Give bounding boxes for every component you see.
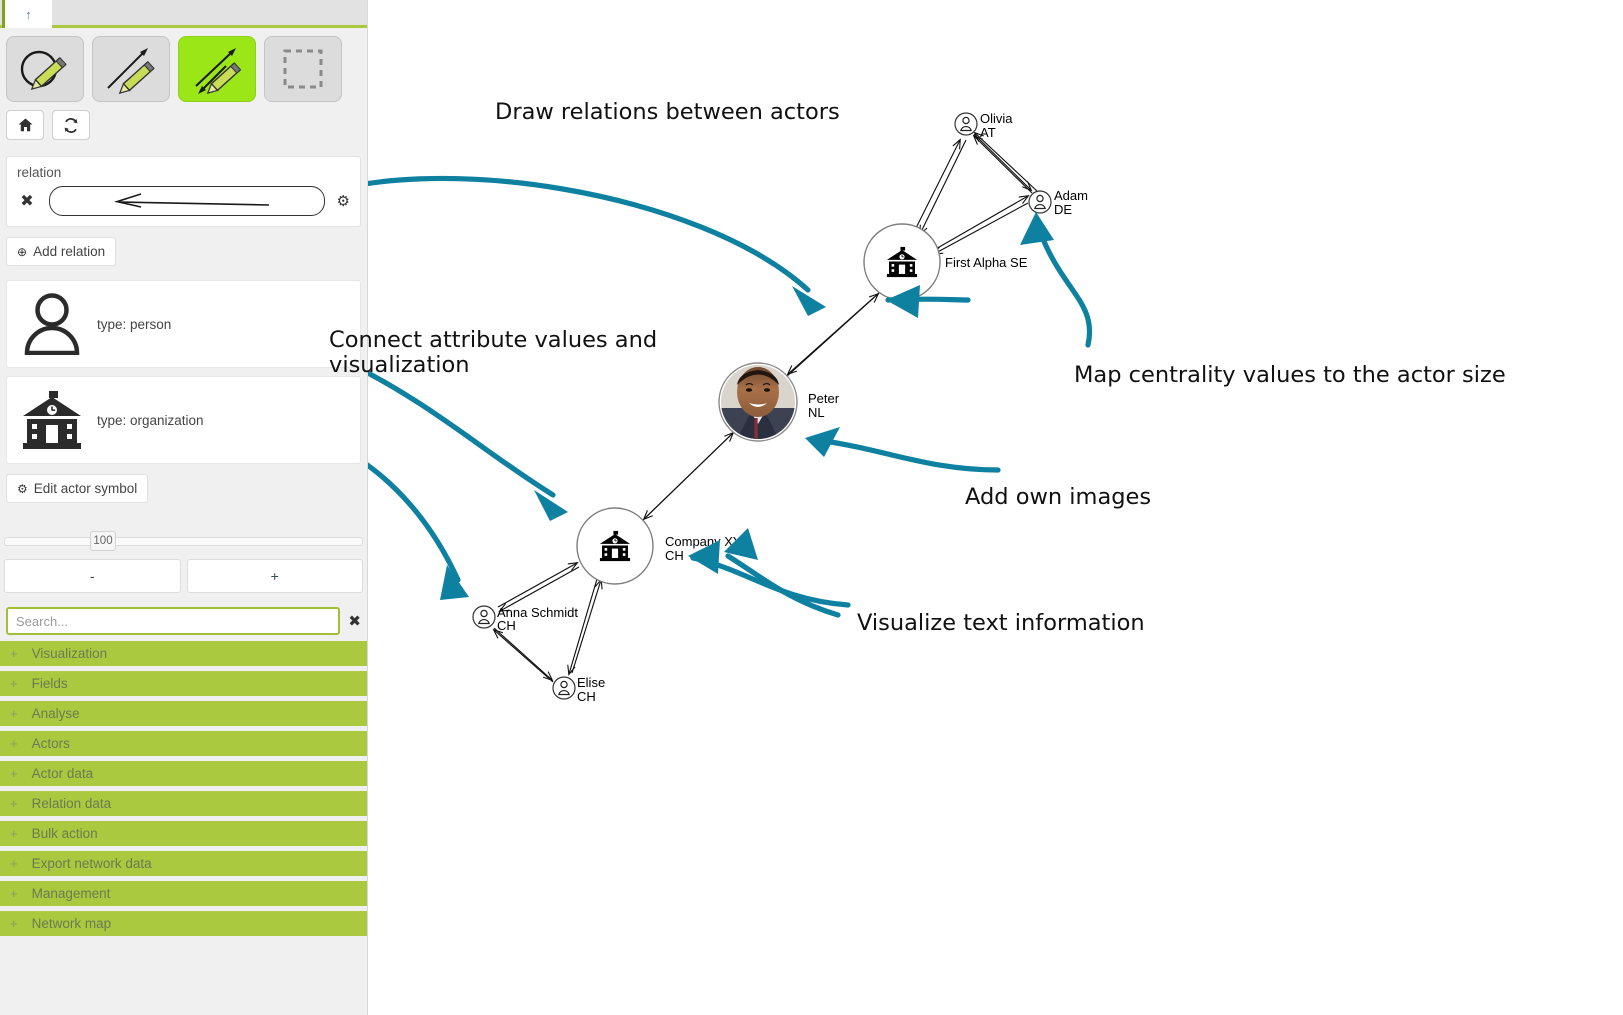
refresh-icon [64,117,78,133]
accordion-label: Actors [31,736,70,751]
plus-icon: + [10,676,18,691]
accordion-label: Bulk action [31,826,98,841]
accordion-item-management[interactable]: + Management [0,881,367,906]
actor-size-slider[interactable]: 100 [4,531,363,551]
slider-track [4,537,363,546]
accordion-label: Visualization [31,646,108,661]
sidebar: ↑ relation ✖ ⚙ ⊕ Add relation type: pers… [0,0,368,1015]
person-symbol [21,293,83,355]
slider-handle[interactable]: 100 [90,531,116,551]
annotation-arrowheads [440,212,1054,600]
view-control-row [0,106,367,148]
accordion-label: Management [31,886,111,901]
organization-symbol [21,390,83,450]
relation-arrow-preview[interactable] [49,186,325,216]
add-relation-label: Add relation [33,244,106,259]
anno-visualize-text: Visualize text information [857,610,1145,636]
relation-row: ✖ ⚙ [17,186,350,216]
plus-icon: + [10,916,18,931]
accordion-item-bulk-action[interactable]: + Bulk action [0,821,367,846]
relation-card: relation ✖ ⚙ [6,156,361,227]
accordion-label: Export network data [31,856,152,871]
actor-type-person-card[interactable]: type: person [6,280,361,368]
accordion-item-actor-data[interactable]: + Actor data [0,761,367,786]
zoom-in-button[interactable]: + [186,559,363,593]
draw-actor-tool[interactable] [6,36,84,102]
plus-icon: + [10,796,18,811]
plus-icon: + [10,706,18,721]
plus-icon: + [10,886,18,901]
accordion-item-actors[interactable]: + Actors [0,731,367,756]
edit-actor-symbol-button[interactable]: ⚙ Edit actor symbol [6,474,149,503]
refresh-button[interactable] [52,110,90,140]
add-relation-button[interactable]: ⊕ Add relation [6,237,117,266]
accordion-label: Fields [31,676,68,691]
accordion-item-network-map[interactable]: + Network map [0,911,367,936]
drawing-tool-row [0,28,367,106]
plus-icon: + [10,736,18,751]
accordion-label: Network map [31,916,112,931]
search-input[interactable] [6,607,341,635]
select-area-tool[interactable] [264,36,342,102]
draw-relation-tool[interactable] [92,36,170,102]
anno-connect-attributes: Connect attribute values and visualizati… [329,327,658,378]
network-canvas[interactable]: Olivia AT Adam DE First Alpha SE Peter N… [329,0,1623,1015]
accordion-item-fields[interactable]: + Fields [0,671,367,696]
sidebar-accordion: + Visualization + Fields + Analyse + Act… [0,641,367,936]
anno-draw-relations: Draw relations between actors [495,99,840,125]
gear-icon: ⚙ [17,481,28,496]
search-clear-button[interactable]: ✖ [348,612,361,630]
anno-arrow-add-images [815,437,1001,473]
accordion-label: Analyse [31,706,80,721]
anno-arrow-draw-relations [368,175,811,293]
anno-arrow-connect-attributes-b [368,462,461,583]
accordion-item-export-network-data[interactable]: + Export network data [0,851,367,876]
anno-arrow-visualize-text-b [725,553,841,618]
plus-icon: + [10,766,18,781]
arrow-up-icon: ↑ [25,6,32,22]
anno-map-centrality: Map centrality values to the actor size [1074,362,1506,388]
relation-settings-button[interactable]: ⚙ [337,192,350,210]
plus-icon: + [10,826,18,841]
app-root: ↑ relation ✖ ⚙ ⊕ Add relation type: pers… [0,0,1623,1015]
home-icon [18,118,32,132]
accordion-label: Relation data [31,796,112,811]
plus-icon: + [10,646,18,661]
collapse-tab[interactable]: ↑ [2,0,52,28]
plus-icon: + [10,856,18,871]
actor-type-organization-card[interactable]: type: organization [6,376,361,464]
accordion-item-relation-data[interactable]: + Relation data [0,791,367,816]
accordion-item-visualization[interactable]: + Visualization [0,641,367,666]
edit-actor-symbol-label: Edit actor symbol [33,481,138,496]
accordion-label: Actor data [31,766,94,781]
plus-circle-icon: ⊕ [17,244,28,259]
remove-relation-button[interactable]: ✖ [17,191,37,211]
actor-type-person-label: type: person [97,316,172,332]
accordion-item-analyse[interactable]: + Analyse [0,701,367,726]
search-row: ✖ [6,607,361,635]
anno-add-images: Add own images [965,484,1152,510]
home-button[interactable] [6,110,44,140]
zoom-button-row: - + [4,559,363,593]
draw-multi-relation-tool[interactable] [178,36,256,102]
zoom-out-button[interactable]: - [4,559,181,593]
actor-type-organization-label: type: organization [97,412,204,428]
relation-card-label: relation [17,165,62,180]
sidebar-tabstrip: ↑ [0,0,367,28]
